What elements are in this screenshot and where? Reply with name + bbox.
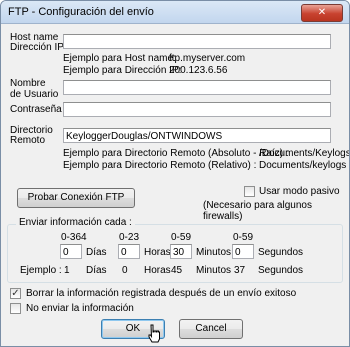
host-input[interactable] (63, 34, 331, 49)
hours-input[interactable]: 0 (118, 244, 140, 259)
seconds-input[interactable]: 0 (232, 244, 254, 259)
ftp-config-dialog: FTP - Configuración del envío ✕ Host nam… (0, 0, 350, 347)
interval-group-title: Enviar información cada : (16, 217, 135, 228)
example-seconds-unit: Segundos (258, 265, 304, 276)
range-hours: 0-23 (119, 232, 140, 243)
example-days-unit: Días (86, 265, 107, 276)
no-send-checkbox[interactable] (10, 303, 21, 314)
example-abs-label: Ejemplo para Directorio Remoto (Absoluto… (63, 148, 289, 159)
example-hours-unit: Horas (144, 265, 171, 276)
example-minutes-unit: Minutos (196, 265, 232, 276)
user-label-line1: Nombre (10, 78, 46, 89)
example-hours-value: 0 (122, 265, 128, 276)
range-seconds: 0-59 (233, 232, 254, 243)
delete-after-send-checkbox[interactable]: ✓ (10, 288, 21, 299)
close-icon: ✕ (317, 7, 327, 18)
password-input[interactable] (63, 102, 331, 117)
passive-mode-checkbox[interactable] (244, 186, 255, 197)
example-rel-value: Documents/keylogs (259, 160, 347, 171)
checkmark-icon: ✓ (11, 288, 20, 299)
test-connection-button[interactable]: Probar Conexión FTP (17, 188, 135, 208)
example-abs-value: /Documents/Keylogs (259, 148, 350, 159)
no-send-label: No enviar la información (26, 303, 134, 314)
example-ip-value: 200.123.6.56 (169, 65, 228, 76)
passive-mode-label: Usar modo pasivo (259, 186, 340, 197)
minutes-unit: Minutos (196, 247, 232, 258)
password-label: Contraseña (10, 104, 62, 115)
username-input[interactable] (63, 80, 331, 95)
cancel-button[interactable]: Cancel (179, 319, 243, 339)
seconds-unit: Segundos (258, 247, 304, 258)
remote-dir-label-line2: Remoto (10, 135, 46, 146)
hand-pointer-icon (148, 324, 160, 343)
range-days: 0-364 (61, 232, 87, 243)
hours-unit: Horas (144, 247, 171, 258)
example-rel-label: Ejemplo para Directorio Remoto (Relativo… (63, 160, 257, 171)
example-seconds-value: 37 (234, 265, 246, 276)
minutes-input[interactable]: 30 (170, 244, 192, 259)
user-label-line2: de Usuario (10, 89, 59, 100)
passive-mode-note: (Necesario para algunos firewalls) (203, 200, 312, 222)
host-label-line2: Dirección IP (10, 42, 64, 53)
title-bar: FTP - Configuración del envío ✕ (1, 1, 349, 24)
example-days-value: 1 (64, 265, 70, 276)
example-host-label: Ejemplo para Host name: (63, 53, 176, 64)
range-minutes: 0-59 (171, 232, 192, 243)
example-minutes-value: 45 (171, 265, 183, 276)
example-row-label: Ejemplo : (20, 265, 62, 276)
remote-dir-input[interactable]: KeyloggerDouglas/ONTWINDOWS (63, 128, 331, 143)
example-ip-label: Ejemplo para Dirección IP: (63, 65, 182, 76)
window-title: FTP - Configuración del envío (8, 6, 154, 18)
delete-after-send-label: Borrar la información registrada después… (26, 288, 297, 299)
close-button[interactable]: ✕ (301, 4, 343, 22)
days-unit: Días (86, 247, 107, 258)
days-input[interactable]: 0 (60, 244, 82, 259)
example-host-value: ftp.myserver.com (169, 53, 246, 64)
